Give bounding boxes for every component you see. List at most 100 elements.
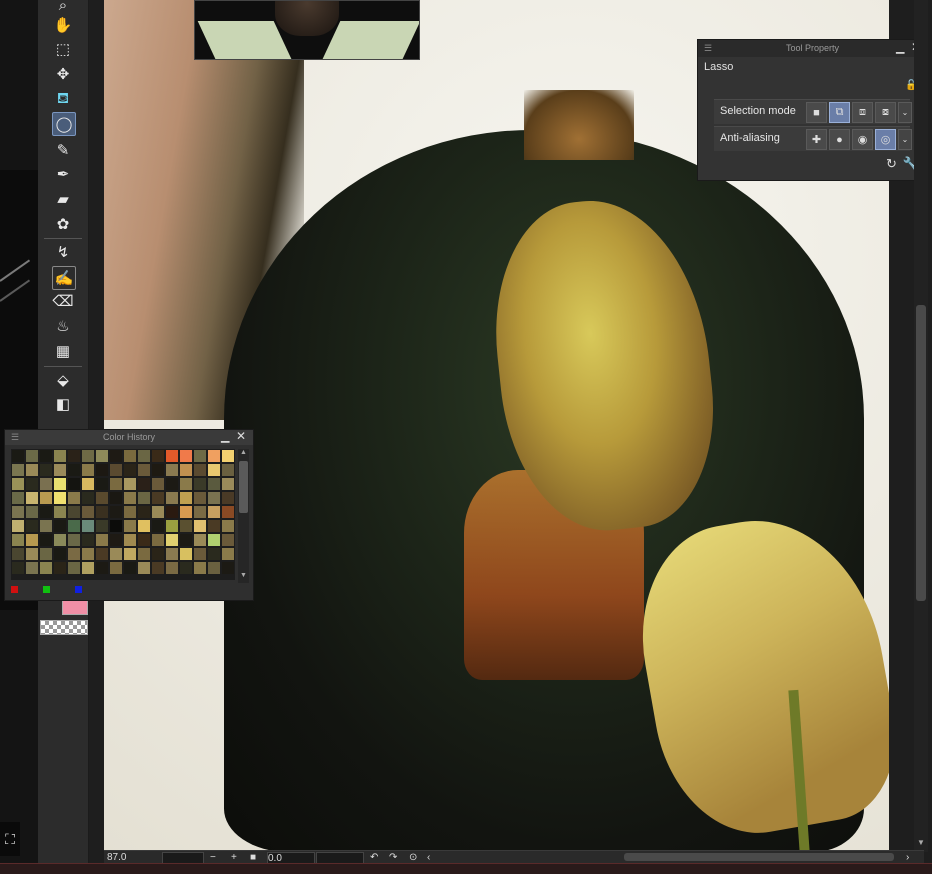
color-history-swatch[interactable] bbox=[81, 477, 95, 491]
color-history-swatch[interactable] bbox=[207, 519, 221, 533]
color-history-swatch[interactable] bbox=[151, 547, 165, 561]
color-history-swatch[interactable] bbox=[151, 477, 165, 491]
color-history-swatch[interactable] bbox=[137, 491, 151, 505]
color-history-swatch[interactable] bbox=[193, 561, 207, 575]
scroll-thumb[interactable] bbox=[916, 305, 926, 601]
color-history-swatch[interactable] bbox=[81, 491, 95, 505]
color-history-swatch[interactable] bbox=[53, 547, 67, 561]
chevron-down-icon[interactable]: ⌄ bbox=[898, 102, 912, 123]
color-history-swatch[interactable] bbox=[109, 491, 123, 505]
move-layer-tool-icon[interactable]: ✥ bbox=[52, 63, 74, 85]
color-history-swatch[interactable] bbox=[165, 491, 179, 505]
color-history-swatch[interactable] bbox=[151, 519, 165, 533]
color-history-swatch[interactable] bbox=[207, 477, 221, 491]
color-history-swatch[interactable] bbox=[95, 519, 109, 533]
color-history-swatch[interactable] bbox=[123, 477, 137, 491]
horizontal-scroll-thumb[interactable] bbox=[624, 853, 894, 861]
color-history-swatch[interactable] bbox=[81, 505, 95, 519]
color-history-swatch[interactable] bbox=[67, 463, 81, 477]
color-history-swatch[interactable] bbox=[11, 561, 25, 575]
color-history-swatch[interactable] bbox=[207, 463, 221, 477]
lasso-tool-icon[interactable]: ◯ bbox=[52, 112, 76, 136]
color-history-swatch[interactable] bbox=[81, 533, 95, 547]
color-history-swatch[interactable] bbox=[123, 561, 137, 575]
color-history-swatch[interactable] bbox=[25, 547, 39, 561]
aa-none-icon[interactable]: ✚ bbox=[806, 129, 827, 150]
color-history-swatch[interactable] bbox=[193, 463, 207, 477]
color-history-swatch[interactable] bbox=[53, 449, 67, 463]
color-history-swatch[interactable] bbox=[53, 519, 67, 533]
color-history-swatch[interactable] bbox=[95, 547, 109, 561]
color-history-swatch[interactable] bbox=[207, 505, 221, 519]
color-history-swatch[interactable] bbox=[221, 505, 235, 519]
color-history-swatch[interactable] bbox=[165, 463, 179, 477]
color-history-swatch[interactable] bbox=[67, 477, 81, 491]
color-history-swatch[interactable] bbox=[109, 561, 123, 575]
frame-tool-icon[interactable]: ▦ bbox=[52, 340, 74, 362]
color-history-swatch[interactable] bbox=[221, 561, 235, 575]
color-history-swatch[interactable] bbox=[207, 449, 221, 463]
color-history-swatch[interactable] bbox=[25, 491, 39, 505]
color-history-swatch[interactable] bbox=[109, 477, 123, 491]
color-history-swatch[interactable] bbox=[179, 449, 193, 463]
color-history-swatch[interactable] bbox=[137, 505, 151, 519]
expand-icon[interactable]: ⛶ bbox=[0, 822, 20, 856]
color-history-swatch[interactable] bbox=[39, 463, 53, 477]
rotate-right-icon[interactable]: ↷ bbox=[389, 852, 397, 863]
color-history-swatch[interactable] bbox=[39, 477, 53, 491]
color-history-swatch[interactable] bbox=[151, 463, 165, 477]
color-history-swatch[interactable] bbox=[25, 505, 39, 519]
minimize-icon[interactable]: ▁ bbox=[896, 41, 904, 54]
zoom-value[interactable]: 87.0 bbox=[107, 852, 126, 863]
color-history-swatch[interactable] bbox=[207, 561, 221, 575]
color-history-swatch[interactable] bbox=[221, 491, 235, 505]
color-history-swatch[interactable] bbox=[25, 463, 39, 477]
color-history-swatch[interactable] bbox=[11, 491, 25, 505]
color-history-swatch[interactable] bbox=[53, 561, 67, 575]
color-history-swatch[interactable] bbox=[109, 449, 123, 463]
color-history-swatch[interactable] bbox=[25, 561, 39, 575]
color-history-swatch[interactable] bbox=[165, 477, 179, 491]
color-history-swatch[interactable] bbox=[221, 547, 235, 561]
color-history-swatch[interactable] bbox=[11, 463, 25, 477]
color-history-swatch[interactable] bbox=[25, 477, 39, 491]
color-history-swatch[interactable] bbox=[179, 505, 193, 519]
color-history-swatch[interactable] bbox=[95, 505, 109, 519]
color-history-swatch[interactable] bbox=[123, 519, 137, 533]
color-history-swatch[interactable] bbox=[165, 533, 179, 547]
transparent-color-swatch[interactable] bbox=[40, 620, 88, 635]
color-history-swatch[interactable] bbox=[123, 533, 137, 547]
zoom-out-button[interactable]: − bbox=[210, 852, 216, 863]
color-history-swatch[interactable] bbox=[25, 533, 39, 547]
color-history-swatch[interactable] bbox=[11, 533, 25, 547]
color-history-swatch[interactable] bbox=[95, 533, 109, 547]
color-history-swatch[interactable] bbox=[81, 449, 95, 463]
color-history-swatch[interactable] bbox=[207, 533, 221, 547]
color-history-swatch[interactable] bbox=[25, 519, 39, 533]
fit-icon[interactable]: ■ bbox=[250, 852, 256, 863]
reset-rotation-icon[interactable]: ⊙ bbox=[409, 852, 417, 863]
color-history-swatch[interactable] bbox=[179, 561, 193, 575]
color-history-swatch[interactable] bbox=[221, 477, 235, 491]
color-history-swatch[interactable] bbox=[165, 561, 179, 575]
color-history-swatch[interactable] bbox=[11, 547, 25, 561]
add-selection-icon[interactable]: ⧉ bbox=[829, 102, 850, 123]
color-history-swatch[interactable] bbox=[53, 533, 67, 547]
fill-tool-icon[interactable]: ⬙ bbox=[52, 369, 74, 391]
scrollbar[interactable]: ▲ ▼ bbox=[238, 449, 249, 583]
color-history-swatch[interactable] bbox=[95, 491, 109, 505]
color-history-swatch[interactable] bbox=[81, 547, 95, 561]
color-history-swatch[interactable] bbox=[11, 519, 25, 533]
color-history-swatch[interactable] bbox=[53, 477, 67, 491]
chevron-down-icon[interactable]: ⌄ bbox=[898, 129, 912, 150]
color-history-swatch[interactable] bbox=[67, 505, 81, 519]
color-history-swatch[interactable] bbox=[109, 519, 123, 533]
color-history-swatch[interactable] bbox=[95, 449, 109, 463]
color-history-swatch[interactable] bbox=[179, 547, 193, 561]
color-history-swatch[interactable] bbox=[39, 519, 53, 533]
zoom-in-button[interactable]: + bbox=[231, 852, 237, 863]
color-history-swatch[interactable] bbox=[123, 449, 137, 463]
color-history-swatch[interactable] bbox=[151, 449, 165, 463]
color-history-swatch[interactable] bbox=[39, 561, 53, 575]
color-history-swatch[interactable] bbox=[179, 519, 193, 533]
